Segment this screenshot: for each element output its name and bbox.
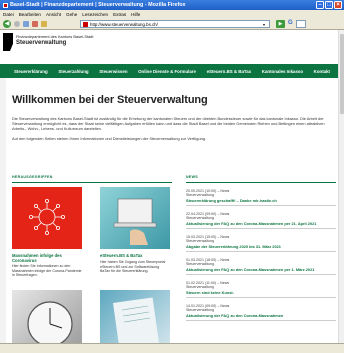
menu-lesezeichen[interactable]: Lesezeichen (82, 12, 108, 17)
department-name: Finanzdepartement des Kantons Basel-Stad… (16, 34, 94, 39)
basel-crest-logo[interactable] (3, 33, 13, 51)
nav-online-dienste[interactable]: Online Dienste & Formulare (138, 69, 196, 74)
news-title[interactable]: Aktualisierung der FAQ zu den Corona-Mas… (186, 221, 336, 226)
news-category: Steuerverwaltung (186, 239, 214, 243)
coronavirus-image[interactable] (12, 187, 82, 249)
esteuern-image[interactable] (100, 187, 170, 249)
news-category: Steuerverwaltung (186, 308, 214, 312)
nav-steuererklaerung[interactable]: Steuererklärung (14, 69, 48, 74)
main-navigation: Steuererklärung Steuerzahlung Steuerwiss… (0, 64, 344, 78)
news-title[interactable]: Aktualisierung der FAQ zu den Corona-Mas… (186, 313, 336, 318)
nav-esteuern[interactable]: eSteuern.BS & BaTax (207, 69, 252, 74)
news-item[interactable]: 22.04.2021 (09:00) – News Steuerverwaltu… (186, 212, 336, 228)
news-item[interactable]: 14.01.2021 (09:00) – News Steuerverwaltu… (186, 304, 336, 320)
news-title[interactable]: Aktualisierung der FAQ zu den Corona-Mas… (186, 267, 336, 272)
intro-paragraph-2: Auf den folgenden Seiten stehen Ihnen In… (12, 136, 207, 141)
search-engine-icon[interactable]: G (288, 20, 293, 26)
site-favicon-icon (3, 2, 8, 8)
menu-ansicht[interactable]: Ansicht (46, 12, 61, 17)
close-button[interactable]: × (334, 1, 342, 9)
nav-inkasso[interactable]: Kantonales Inkasso (262, 69, 303, 74)
menu-bar: Datei Bearbeiten Ansicht Gehe Lesezeiche… (0, 10, 344, 18)
back-icon[interactable]: ◀ (3, 19, 11, 28)
menu-gehe[interactable]: Gehe (66, 12, 77, 17)
maximize-button[interactable]: □ (325, 1, 333, 9)
news-title[interactable]: Steuern sind keine Kunst. (186, 290, 336, 295)
nav-steuerwissen[interactable]: Steuerwissen (99, 69, 127, 74)
news-divider (186, 182, 336, 183)
menu-bearbeiten[interactable]: Bearbeiten (19, 12, 41, 17)
news-item[interactable]: 20.05.2021 (10:00) – News Steuerverwaltu… (186, 189, 336, 205)
news-item[interactable]: 01.03.2021 (18:00) – News Steuerverwaltu… (186, 258, 336, 274)
web-page: Finanzdepartement des Kantons Basel-Stad… (0, 30, 344, 353)
nav-kontakt[interactable]: Kontakt (314, 69, 330, 74)
menu-hilfe[interactable]: Hilfe (131, 12, 140, 17)
main-content: Willkommen bei der Steuerverwaltung Die … (6, 78, 338, 353)
address-bar-url: http://www.steuerverwaltung.bs.ch/ (90, 22, 158, 27)
card-title-corona[interactable]: Massnahmen infolge des Coronavirus (12, 253, 82, 263)
scrollbar-thumb[interactable] (340, 34, 344, 114)
page-title: Willkommen bei der Steuerverwaltung (12, 94, 208, 106)
stop-icon[interactable] (32, 20, 38, 27)
news-item[interactable]: 15.03.2021 (15:00) – News Steuerverwaltu… (186, 235, 336, 251)
site-brand[interactable]: Steuerverwaltung (16, 40, 66, 46)
minimize-button[interactable]: – (316, 1, 324, 9)
forward-icon[interactable] (14, 20, 20, 27)
menu-datei[interactable]: Datei (3, 12, 14, 17)
highlights-heading: HERAUSGEGRIFFEN (12, 175, 53, 179)
menu-extras[interactable]: Extras (113, 12, 126, 17)
card-title-esteuern[interactable]: eSteuern.BS & BaTax (100, 253, 170, 258)
news-category: Steuerverwaltung (186, 262, 214, 266)
address-bar[interactable]: http://www.steuerverwaltung.bs.ch/ ▾ (80, 20, 270, 28)
news-title[interactable]: Steuererklärung geschafft! – Danke mir-h… (186, 198, 336, 203)
url-favicon-icon (83, 22, 88, 27)
go-button[interactable]: ▶ (276, 20, 285, 28)
card-text-esteuern: Hier haben Sie Zugang zum Steuerportal e… (100, 260, 166, 274)
news-category: Steuerverwaltung (186, 216, 214, 220)
news-category: Steuerverwaltung (186, 285, 214, 289)
card-text-corona: Hier finden Sie Informationen zu den Mas… (12, 264, 82, 278)
site-header: Finanzdepartement des Kantons Basel-Stad… (0, 30, 344, 64)
news-heading: NEWS (186, 175, 198, 179)
intro-paragraph: Die Steuerverwaltung des Kantons Basel-S… (12, 116, 325, 132)
status-bar (0, 343, 344, 353)
window-title: Basel-Stadt | Finanzdepartement | Steuer… (10, 2, 186, 8)
highlights-divider (12, 182, 172, 183)
window-titlebar: Basel-Stadt | Finanzdepartement | Steuer… (0, 0, 344, 10)
home-icon[interactable] (41, 20, 47, 27)
vertical-scrollbar[interactable] (338, 30, 344, 343)
news-category: Steuerverwaltung (186, 193, 214, 197)
reload-icon[interactable] (23, 20, 29, 27)
browser-toolbar: ◀ http://www.steuerverwaltung.bs.ch/ ▾ ▶… (0, 18, 344, 30)
search-input[interactable] (296, 20, 306, 28)
chevron-down-icon[interactable]: ▾ (263, 22, 268, 27)
nav-steuerzahlung[interactable]: Steuerzahlung (58, 69, 88, 74)
news-title[interactable]: Abgabe der Steuererklärung 2020 bis 31. … (186, 244, 336, 249)
news-item[interactable]: 01.02.2021 (11:00) – News Steuerverwaltu… (186, 281, 336, 297)
